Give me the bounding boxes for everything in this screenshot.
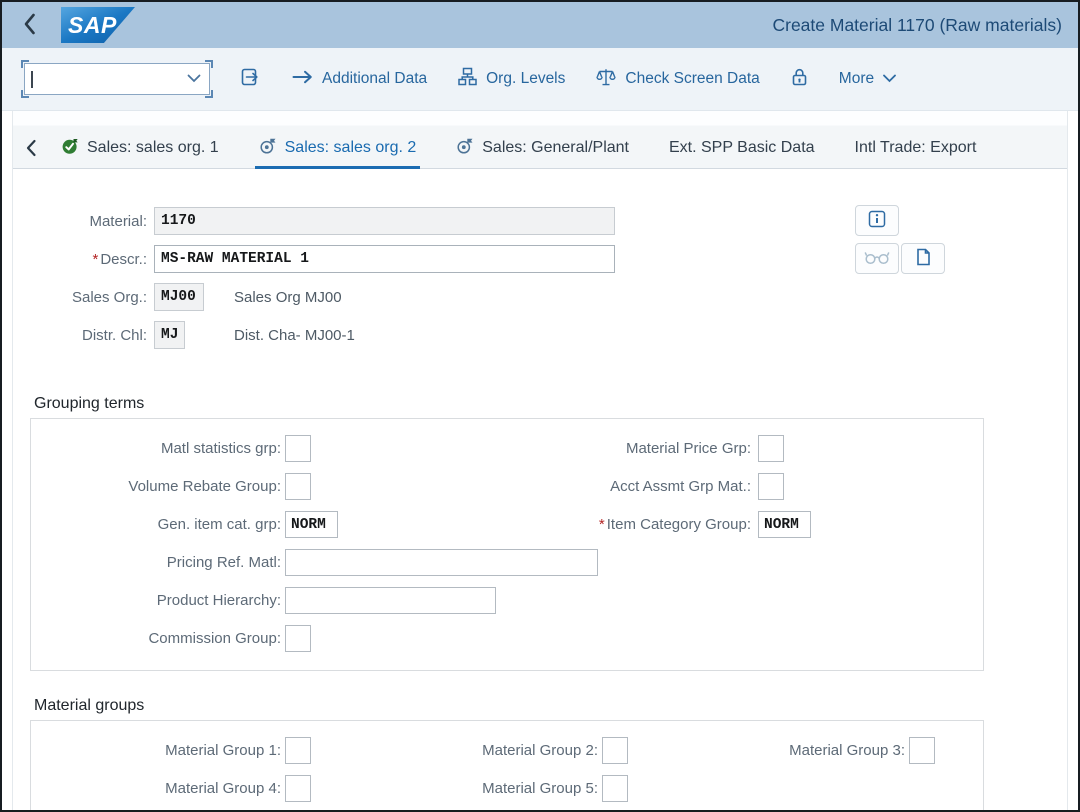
material-price-grp-input[interactable] (758, 435, 784, 462)
pricing-ref-matl-label: Pricing Ref. Matl: (166, 554, 281, 571)
tab-status-icon (456, 137, 474, 160)
more-label: More (838, 70, 875, 87)
tab-sales-general-plant[interactable]: Sales: General/Plant (454, 111, 631, 168)
required-marker: * (598, 516, 605, 533)
toolbar: Additional Data Org. Levels Check Screen… (2, 48, 1078, 111)
command-input[interactable] (33, 64, 187, 94)
tab-sales-org-1[interactable]: Sales: sales org. 1 (59, 111, 221, 168)
copy-button[interactable] (901, 243, 945, 274)
arrow-right-icon (292, 70, 313, 89)
sales-org-row: Sales Org.: Sales Org MJ00 (17, 283, 1067, 311)
distr-chl-input[interactable] (154, 321, 185, 349)
distr-chl-description: Dist. Cha- MJ00-1 (234, 326, 355, 344)
required-marker: * (92, 250, 99, 268)
material-group-1-label: Material Group 1: (165, 742, 281, 759)
page-title: Create Material 1170 (Raw materials) (772, 14, 1062, 35)
commission-group-label: Commission Group: (148, 630, 281, 647)
material-group-3-input[interactable] (909, 737, 935, 764)
check-screen-data-button[interactable]: Check Screen Data (594, 63, 761, 96)
tab-ext-spp-basic-data[interactable]: Ext. SPP Basic Data (667, 111, 817, 168)
info-icon (867, 209, 887, 232)
material-group-2-input[interactable] (602, 737, 628, 764)
tab-complete-icon (61, 137, 79, 160)
info-button[interactable] (855, 205, 899, 236)
acct-assmt-grp-mat-input[interactable] (758, 473, 784, 500)
sap-logo: SAP (61, 7, 135, 43)
tab-scroll-left[interactable] (15, 111, 41, 168)
product-hierarchy-label: Product Hierarchy: (156, 592, 281, 609)
org-levels-button[interactable]: Org. Levels (456, 63, 567, 95)
additional-data-label: Additional Data (322, 70, 428, 87)
transfer-button[interactable] (237, 62, 263, 97)
distr-chl-label: Distr. Chl: (81, 326, 147, 344)
matl-statistics-grp-label: Matl statistics grp: (160, 440, 281, 457)
tab-status-icon (259, 137, 277, 160)
tab-label: Sales: General/Plant (482, 139, 629, 156)
work-area: Sales: sales org. 1 Sales: sales org. 2 … (12, 111, 1068, 810)
glasses-icon (864, 250, 890, 268)
material-row: Material: (17, 207, 1067, 235)
descr-label: * Descr.: (92, 250, 147, 268)
acct-assmt-grp-mat-label: Acct Assmt Grp Mat.: (610, 478, 751, 495)
tab-intl-trade-export[interactable]: Intl Trade: Export (853, 111, 979, 168)
material-group-5-input[interactable] (602, 775, 628, 802)
sales-org-description: Sales Org MJ00 (234, 288, 342, 306)
product-hierarchy-input[interactable] (285, 587, 496, 614)
gen-item-cat-grp-input[interactable] (285, 511, 338, 538)
back-button[interactable] (16, 8, 43, 43)
tab-content: Material: *Descr.: Sales Org.: Sales Org… (13, 169, 1067, 810)
material-input[interactable] (154, 207, 615, 235)
grouping-terms-box: Matl statistics grp: Material Price Grp:… (30, 418, 984, 671)
scale-icon (596, 67, 617, 92)
material-group-4-label: Material Group 4: (165, 780, 281, 797)
more-button[interactable]: More (837, 66, 898, 92)
box-arrow-icon (239, 66, 261, 93)
item-category-group-input[interactable] (758, 511, 811, 538)
sap-window: SAP Create Material 1170 (Raw materials)… (0, 0, 1080, 812)
volume-rebate-group-label: Volume Rebate Group: (128, 478, 281, 495)
volume-rebate-group-input[interactable] (285, 473, 311, 500)
additional-data-button[interactable]: Additional Data (290, 66, 429, 93)
material-label: Material: (89, 212, 147, 230)
tab-label: Sales: sales org. 2 (284, 139, 417, 156)
document-icon (915, 247, 932, 270)
pricing-ref-matl-input[interactable] (285, 549, 598, 576)
material-group-5-label: Material Group 5: (482, 780, 598, 797)
lock-button[interactable] (789, 63, 810, 96)
header-bar: SAP Create Material 1170 (Raw materials) (2, 2, 1078, 48)
tab-strip: Sales: sales org. 1 Sales: sales org. 2 … (13, 111, 1067, 169)
material-groups-box: Material Group 1: Material Group 2: Mate… (30, 720, 984, 810)
chevron-left-icon (25, 139, 37, 160)
display-button[interactable] (855, 243, 899, 274)
chevron-down-icon (883, 70, 897, 88)
org-chart-icon (458, 67, 477, 91)
material-group-1-input[interactable] (285, 737, 311, 764)
material-groups-heading: Material groups (34, 697, 145, 714)
matl-statistics-grp-input[interactable] (285, 435, 311, 462)
sap-logo-text: SAP (68, 11, 117, 38)
command-field[interactable] (21, 60, 213, 98)
chevron-down-icon[interactable] (187, 70, 201, 88)
material-group-4-input[interactable] (285, 775, 311, 802)
tab-sales-org-2[interactable]: Sales: sales org. 2 (254, 111, 420, 169)
chevron-left-icon (22, 12, 37, 39)
sales-org-label: Sales Org.: (71, 288, 147, 306)
sales-org-input[interactable] (154, 283, 204, 311)
material-group-3-label: Material Group 3: (789, 742, 905, 759)
grouping-terms-heading: Grouping terms (34, 395, 145, 412)
descr-input[interactable] (154, 245, 615, 273)
org-levels-label: Org. Levels (486, 70, 566, 87)
commission-group-input[interactable] (285, 625, 311, 652)
check-screen-data-label: Check Screen Data (625, 70, 760, 87)
material-price-grp-label: Material Price Grp: (625, 440, 751, 457)
item-category-group-label: * Item Category Group: (598, 516, 751, 533)
tab-label: Intl Trade: Export (854, 139, 977, 156)
gen-item-cat-grp-label: Gen. item cat. grp: (157, 516, 281, 533)
material-group-2-label: Material Group 2: (482, 742, 598, 759)
lock-icon (791, 67, 808, 92)
distr-chl-row: Distr. Chl: Dist. Cha- MJ00-1 (17, 321, 1067, 349)
tab-label: Sales: sales org. 1 (87, 139, 219, 156)
tab-label: Ext. SPP Basic Data (669, 139, 815, 156)
